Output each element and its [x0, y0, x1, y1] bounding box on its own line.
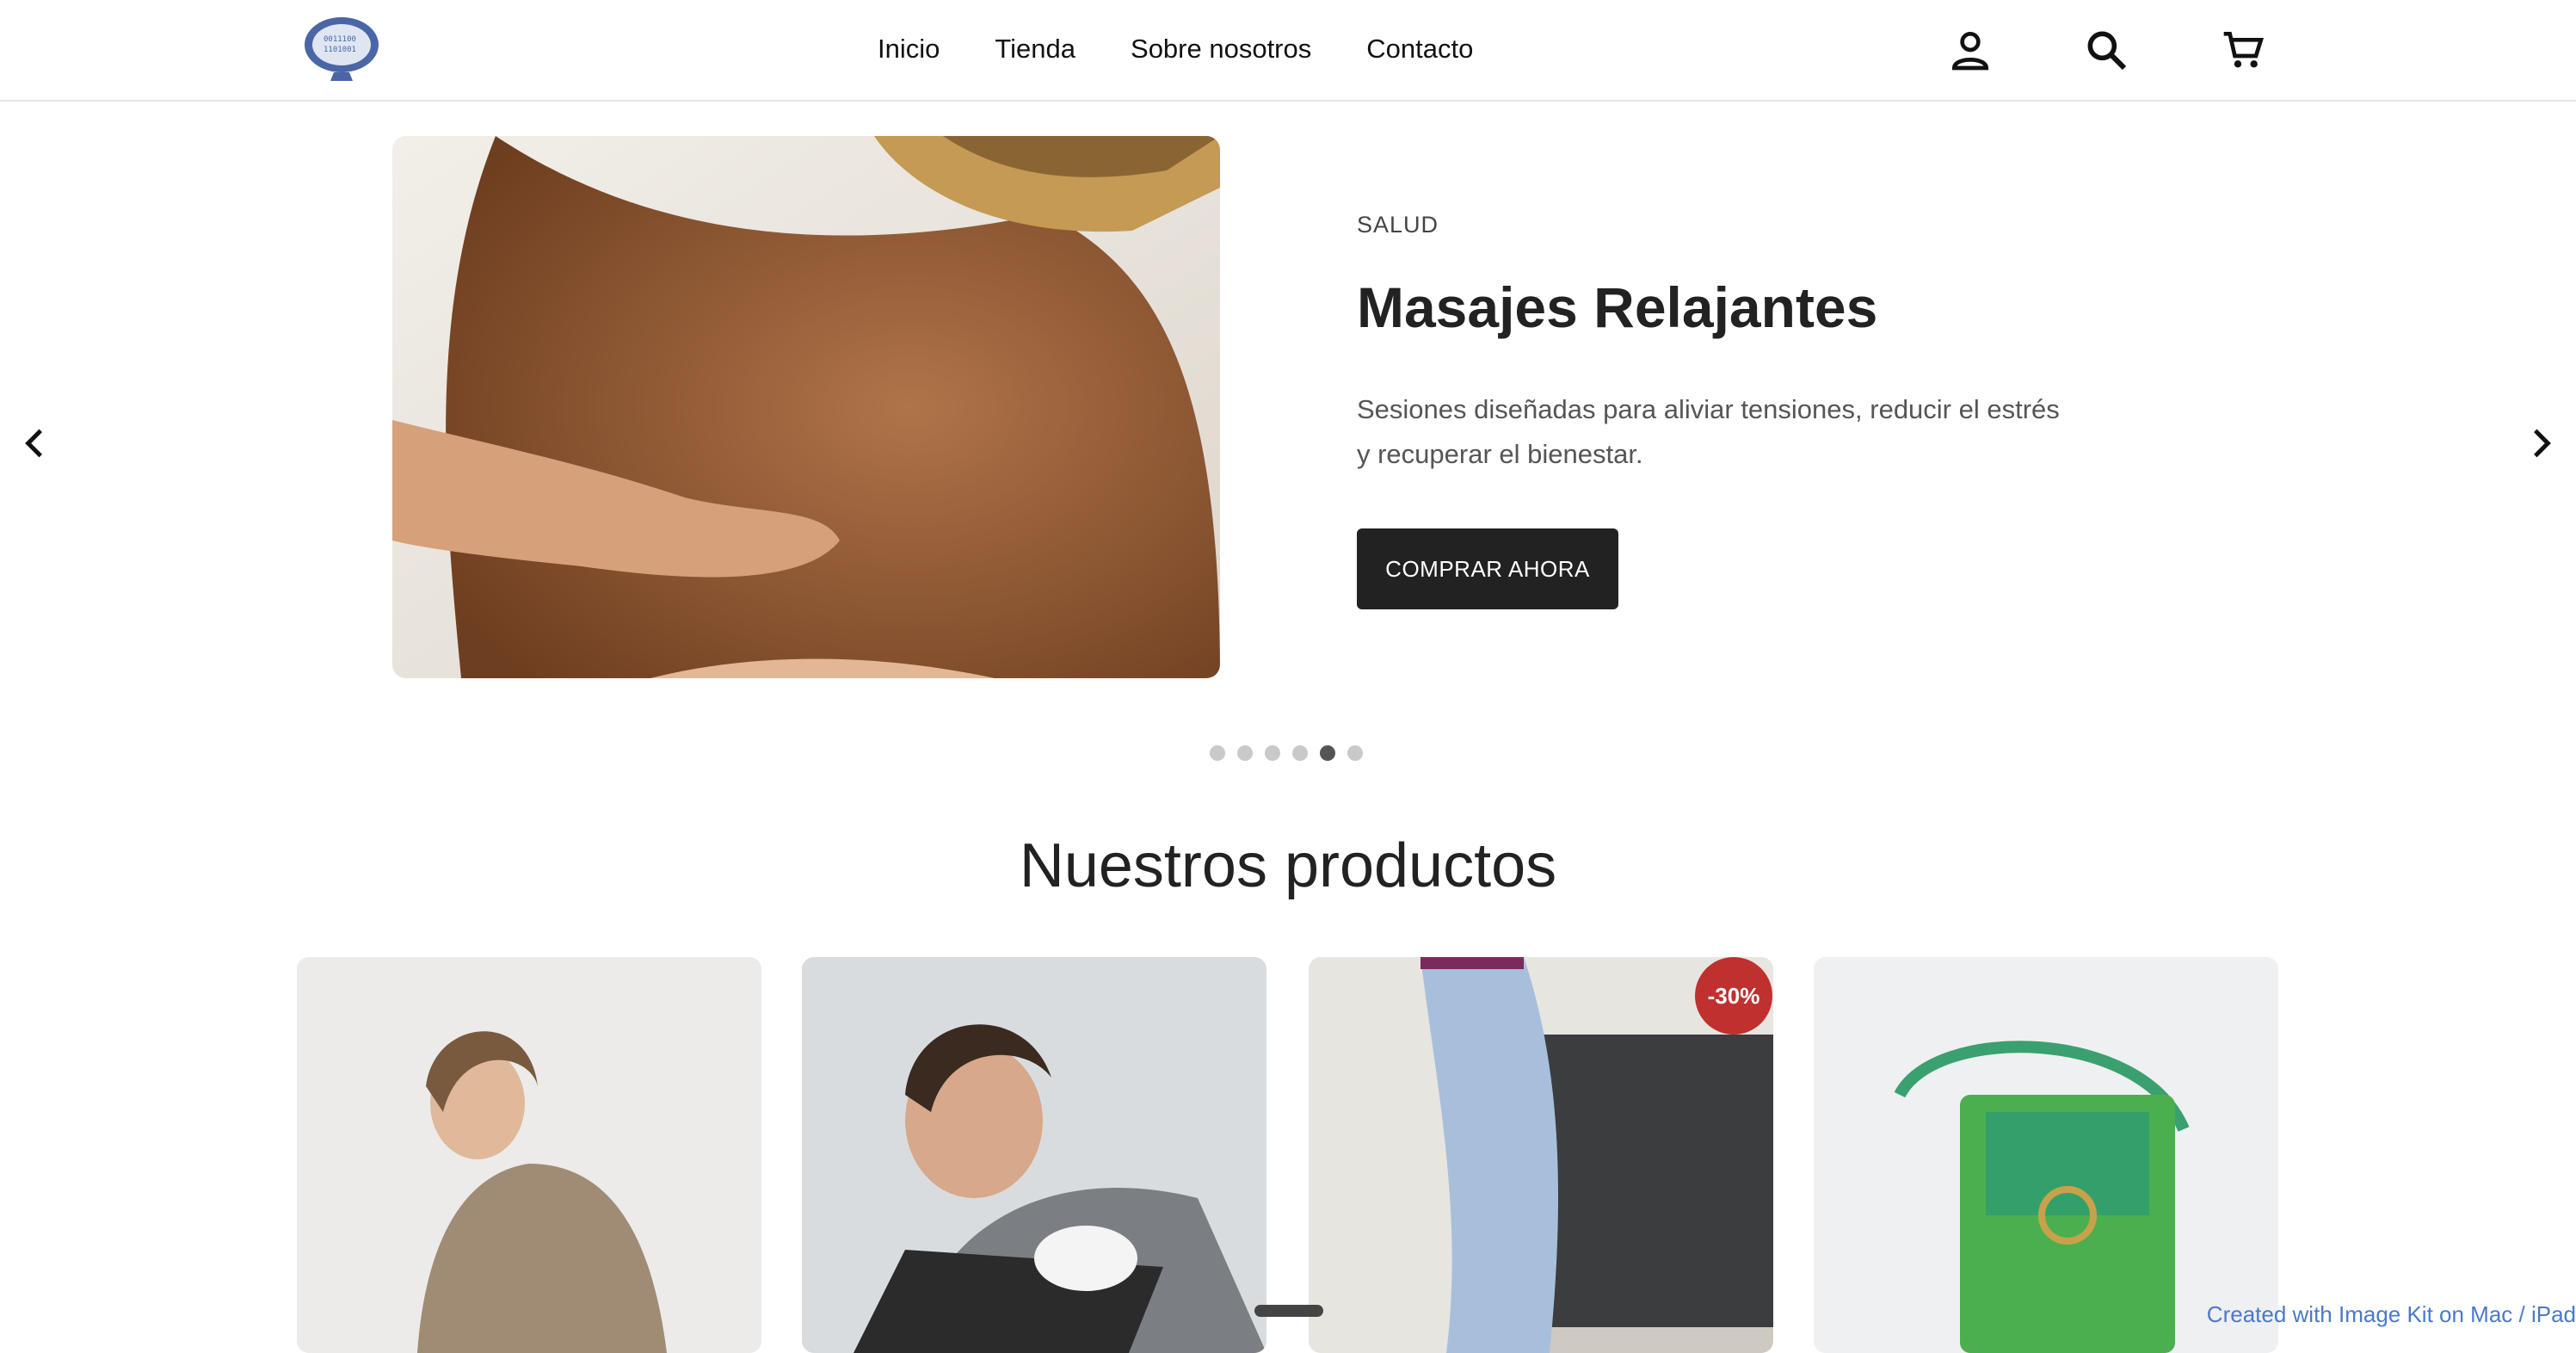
user-icon[interactable] — [1946, 26, 1994, 74]
carousel-dot[interactable] — [1347, 745, 1363, 761]
nav-contacto[interactable]: Contacto — [1366, 29, 1473, 69]
monitor-logo[interactable]: 0011100 1101001 — [301, 15, 382, 83]
product-card-hoodie[interactable] — [297, 957, 761, 1353]
carousel-dot[interactable] — [1320, 745, 1335, 761]
svg-text:1101001: 1101001 — [324, 46, 356, 54]
site-header: 0011100 1101001 Inicio Tienda Sobre noso… — [0, 0, 2576, 102]
carousel-dots — [1210, 745, 1363, 761]
nav-tienda[interactable]: Tienda — [995, 29, 1075, 69]
carousel-dot[interactable] — [1210, 745, 1225, 761]
product-card-laptop-repair[interactable] — [802, 957, 1266, 1353]
carousel-dot[interactable] — [1237, 745, 1253, 761]
watermark-credit: Created with Image Kit on Mac / iPad — [2206, 1301, 2576, 1327]
hero-title: Masajes Relajantes — [1357, 275, 1878, 339]
cart-icon[interactable] — [2220, 26, 2268, 74]
hero-massage-image — [392, 136, 1220, 678]
carousel-dot[interactable] — [1265, 745, 1280, 761]
hero-description: Sesiones diseñadas para aliviar tensione… — [1357, 394, 2060, 469]
nav-inicio[interactable]: Inicio — [878, 29, 940, 69]
scroll-handle[interactable] — [1254, 1305, 1323, 1317]
prev-slide-arrow-icon[interactable] — [14, 422, 57, 465]
carousel-dot[interactable] — [1292, 745, 1308, 761]
main-nav: Inicio Tienda Sobre nosotros Contacto — [878, 29, 1528, 69]
discount-badge: -30% — [1695, 957, 1772, 1035]
product-card-green-bag[interactable] — [1814, 957, 2278, 1353]
svg-text:0011100: 0011100 — [324, 35, 356, 44]
buy-now-button[interactable]: COMPRAR AHORA — [1357, 528, 1618, 609]
nav-sobre-nosotros[interactable]: Sobre nosotros — [1131, 29, 1311, 69]
products-section-title: Nuestros productos — [1019, 831, 1557, 900]
hero-category: SALUD — [1357, 212, 1439, 238]
next-slide-arrow-icon[interactable] — [2519, 422, 2562, 465]
search-icon[interactable] — [2082, 26, 2130, 74]
